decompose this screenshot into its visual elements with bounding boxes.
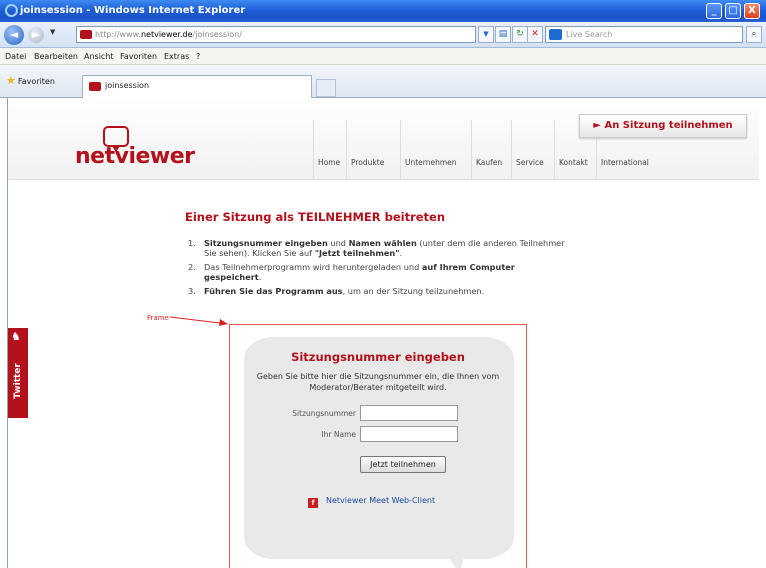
menu-favoriten[interactable]: Favoriten (120, 48, 157, 65)
frame-annotation-label: Frame (147, 314, 169, 322)
step-text-bold: Namen wählen (348, 238, 417, 248)
join-now-button[interactable]: Jetzt teilnehmen (360, 456, 446, 473)
site-header: netviewer Home Produkte Unternehmen Kauf… (8, 98, 759, 180)
address-prefix: http://www. (95, 30, 141, 39)
step-number: 1. (188, 238, 196, 248)
form-description: Geben Sie bitte hier die Sitzungsnummer … (256, 372, 500, 392)
search-input[interactable]: Live Search (545, 26, 743, 43)
step-number: 3. (188, 286, 196, 296)
nav-kaufen[interactable]: Kaufen (471, 120, 506, 180)
search-go-icon[interactable]: ⌕ (746, 26, 762, 43)
join-session-button[interactable]: ► An Sitzung teilnehmen (579, 114, 747, 138)
name-label: Ihr Name (321, 430, 356, 439)
nav-home[interactable]: Home (313, 120, 344, 180)
menu-extras[interactable]: Extras (164, 48, 189, 65)
favorites-star-icon: ★ (6, 74, 16, 87)
step-3: 3. Führen Sie das Programm aus, um an de… (188, 286, 568, 296)
menu-bar: Datei Bearbeiten Ansicht Favoriten Extra… (0, 48, 766, 65)
twitter-bird-icon: ♞ (11, 330, 21, 343)
netviewer-logo[interactable]: netviewer (75, 144, 195, 169)
menu-datei[interactable]: Datei (5, 48, 26, 65)
step-text: und (327, 238, 349, 248)
twitter-tab[interactable]: ♞ Twitter (8, 328, 28, 418)
address-host: netviewer.de (140, 30, 193, 39)
tab-title: joinsession (105, 81, 150, 90)
step-text-bold: Führen Sie das Programm aus (204, 286, 343, 296)
site-favicon-icon (80, 30, 92, 39)
page-title: Einer Sitzung als TEILNEHMER beitreten (185, 210, 446, 224)
speech-bubble-tail (440, 545, 466, 568)
step-number: 2. (188, 262, 196, 272)
menu-ansicht[interactable]: Ansicht (84, 48, 114, 65)
ie-icon (5, 4, 18, 17)
nav-service[interactable]: Service (511, 120, 548, 180)
login-frame: Sitzungsnummer eingeben Geben Sie bitte … (229, 324, 527, 568)
stop-icon[interactable]: ✕ (527, 26, 543, 43)
new-tab-button[interactable] (316, 79, 336, 97)
form-title: Sitzungsnummer eingeben (291, 350, 465, 364)
flash-icon: f (308, 498, 318, 508)
maximize-button[interactable]: □ (725, 3, 741, 19)
tab-joinsession[interactable]: joinsession (82, 75, 312, 98)
address-path: /joinsession/ (192, 30, 242, 39)
close-button[interactable]: X (744, 3, 760, 19)
menu-bearbeiten[interactable]: Bearbeiten (34, 48, 78, 65)
nav-unternehmen[interactable]: Unternehmen (400, 120, 461, 180)
favorites-label: Favoriten (17, 77, 55, 86)
live-search-icon (549, 29, 562, 40)
back-button[interactable]: ◄ (4, 25, 24, 45)
tab-favicon-icon (89, 82, 101, 91)
instructions-list: 1. Sitzungsnummer eingeben und Namen wäh… (188, 238, 568, 300)
step-1: 1. Sitzungsnummer eingeben und Namen wäh… (188, 238, 568, 258)
page-viewport: netviewer Home Produkte Unternehmen Kauf… (7, 98, 759, 568)
step-text-bold: Sitzungsnummer eingeben (204, 238, 328, 248)
nav-produkte[interactable]: Produkte (346, 120, 388, 180)
session-number-input[interactable] (360, 405, 458, 421)
address-field[interactable]: http://www.netviewer.de/joinsession/ (76, 26, 476, 43)
address-dropdown-icon[interactable]: ▼ (478, 26, 494, 43)
window-title: joinsession - Windows Internet Explorer (20, 5, 246, 16)
webclient-link[interactable]: f Netviewer Meet Web-Client (308, 495, 435, 508)
compatibility-icon[interactable]: ▤ (495, 26, 511, 43)
history-dropdown-icon[interactable]: ▼ (50, 28, 55, 36)
minimize-button[interactable]: _ (706, 3, 722, 19)
window-titlebar: joinsession - Windows Internet Explorer … (0, 0, 766, 22)
menu-help[interactable]: ? (196, 48, 200, 65)
webclient-label: Netviewer Meet Web-Client (326, 496, 436, 505)
annotation-arrow-icon (169, 316, 228, 326)
step-text: Das Teilnehmerprogramm wird heruntergela… (204, 262, 422, 272)
favorites-bar: ★ Favoriten joinsession (0, 65, 766, 98)
refresh-icon[interactable]: ↻ (512, 26, 528, 43)
step-text: , um an der Sitzung teilzunehmen. (342, 286, 485, 296)
address-toolbar: ◄ ► ▼ http://www.netviewer.de/joinsessio… (0, 22, 766, 48)
step-2: 2. Das Teilnehmerprogramm wird herunterg… (188, 262, 568, 282)
session-number-label: Sitzungsnummer (292, 409, 356, 418)
name-input[interactable] (360, 426, 458, 442)
step-text: . (258, 272, 262, 282)
search-placeholder: Live Search (566, 30, 613, 39)
step-text: . (399, 248, 403, 258)
favorites-button[interactable]: ★ Favoriten (6, 74, 55, 87)
twitter-label: Twitter (13, 363, 23, 399)
step-text-bold: "Jetzt teilnehmen" (314, 248, 400, 258)
forward-button[interactable]: ► (28, 27, 44, 43)
